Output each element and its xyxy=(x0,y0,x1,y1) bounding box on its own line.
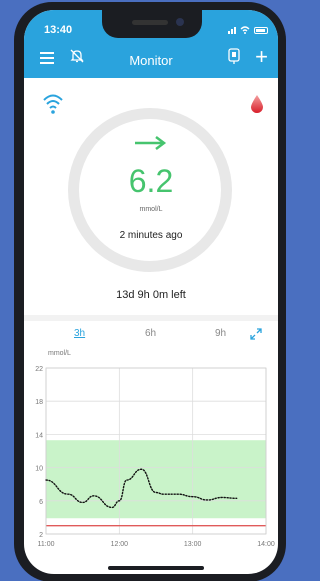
y-tick-label: 22 xyxy=(35,366,43,373)
target-range-band xyxy=(46,440,266,519)
trend-arrow-right-icon xyxy=(135,136,167,150)
wifi-status-icon xyxy=(240,26,250,34)
screen: 13:40 Monitor + 6.2 mmol/L 2 minutes ago… xyxy=(24,10,278,574)
connection-wifi-icon xyxy=(43,94,63,114)
cellular-signal-icon xyxy=(228,26,236,34)
tab-3h[interactable]: 3h xyxy=(74,328,85,339)
expand-icon[interactable] xyxy=(250,328,262,340)
blood-drop-icon xyxy=(251,95,263,113)
status-icons xyxy=(228,26,268,34)
chart-y-axis-label: mmol/L xyxy=(48,350,71,357)
tab-9h[interactable]: 9h xyxy=(215,328,226,339)
x-tick-label: 12:00 xyxy=(111,541,129,548)
tab-6h[interactable]: 6h xyxy=(145,328,156,339)
y-tick-label: 2 xyxy=(39,532,43,539)
x-tick-label: 11:00 xyxy=(38,541,55,548)
glucose-unit: mmol/L xyxy=(139,206,163,213)
app-header: 13:40 Monitor + xyxy=(24,10,278,78)
home-indicator xyxy=(108,566,204,570)
y-tick-label: 6 xyxy=(39,499,43,506)
section-divider xyxy=(24,315,278,321)
glucose-chart: 2 6 10 14 18 22 11:00 12:00 13:00 14:00 xyxy=(35,366,275,548)
battery-icon xyxy=(254,26,268,34)
x-tick-label: 14:00 xyxy=(257,541,275,548)
glucose-value: 6.2 xyxy=(128,163,174,199)
y-tick-label: 18 xyxy=(35,399,43,406)
y-tick-label: 14 xyxy=(35,432,43,439)
y-tick-label: 10 xyxy=(35,466,43,473)
last-reading-time: 2 minutes ago xyxy=(119,230,183,241)
add-icon[interactable]: + xyxy=(255,46,268,68)
camera-notch xyxy=(102,10,202,38)
status-time: 13:40 xyxy=(44,24,73,36)
sensor-remaining: 13d 9h 0m left xyxy=(116,289,186,301)
x-tick-label: 13:00 xyxy=(184,541,202,548)
sensor-device-icon[interactable] xyxy=(228,48,240,65)
chart-range-tabs: 3h 6h 9h xyxy=(24,328,278,344)
